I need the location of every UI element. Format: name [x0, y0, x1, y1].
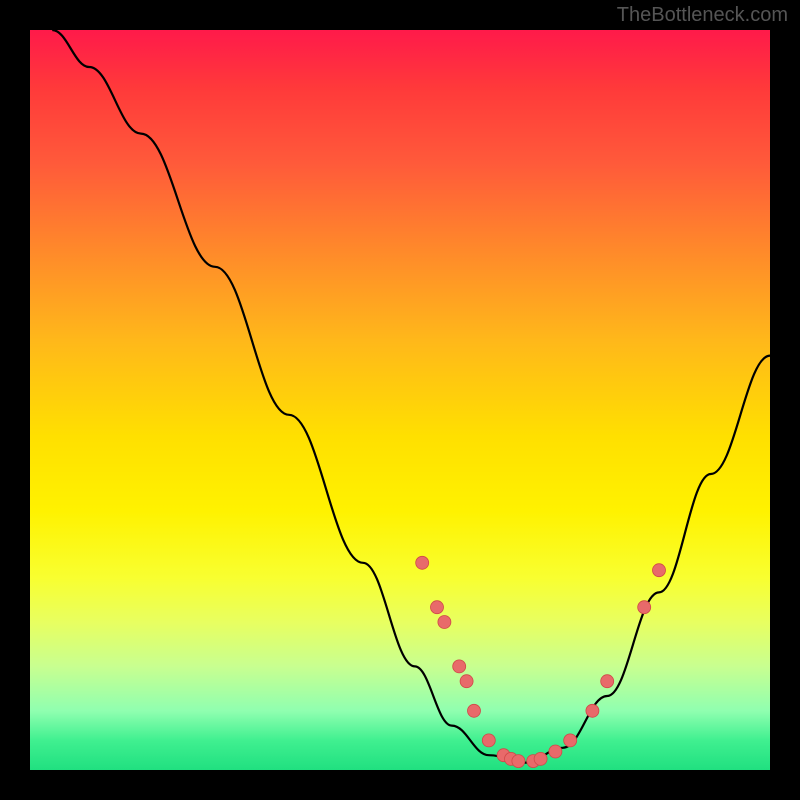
data-point — [460, 675, 473, 688]
data-point — [601, 675, 614, 688]
data-point — [653, 564, 666, 577]
data-point — [512, 755, 525, 768]
data-point — [468, 704, 481, 717]
data-point — [416, 556, 429, 569]
data-point — [549, 745, 562, 758]
data-point — [482, 734, 495, 747]
data-point — [438, 616, 451, 629]
chart-plot-area — [30, 30, 770, 770]
watermark-text: TheBottleneck.com — [617, 4, 788, 27]
data-point — [453, 660, 466, 673]
chart-svg — [30, 30, 770, 770]
data-point — [638, 601, 651, 614]
data-point — [564, 734, 577, 747]
data-point — [431, 601, 444, 614]
bottleneck-curve — [52, 30, 770, 763]
data-point — [534, 752, 547, 765]
data-point — [586, 704, 599, 717]
